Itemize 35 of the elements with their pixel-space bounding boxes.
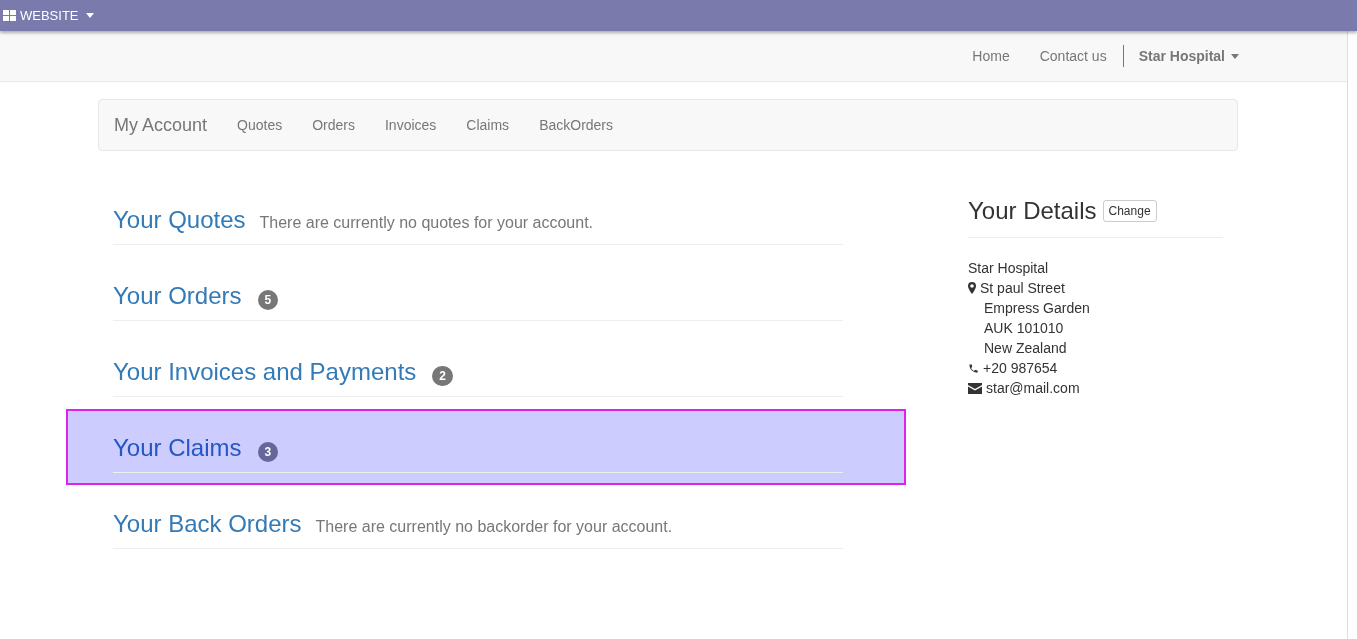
- change-button[interactable]: Change: [1102, 200, 1157, 222]
- account-nav-link[interactable]: Quotes: [222, 114, 298, 136]
- section-note: There are currently no backorder for your account.: [315, 517, 673, 537]
- address-line: New Zealand: [984, 339, 1067, 358]
- address-line: AUK 101010: [984, 319, 1064, 338]
- phone-icon: [968, 362, 979, 374]
- count-badge: 3: [257, 442, 279, 462]
- section-heading[interactable]: Your Quotes: [113, 202, 246, 238]
- caret-icon: [85, 13, 94, 18]
- grid-icon: [3, 10, 16, 21]
- map-pin-icon: [968, 282, 976, 294]
- count-badge: 2: [432, 366, 453, 386]
- contact-name: Star Hospital: [968, 259, 1050, 278]
- phone-number: +20 987654: [983, 359, 1058, 378]
- caret-icon: [1231, 53, 1239, 59]
- account-nav-link[interactable]: BackOrders: [524, 114, 629, 136]
- envelope-icon: [968, 382, 982, 394]
- account-nav-link[interactable]: Invoices: [370, 114, 452, 136]
- address-line: Empress Garden: [984, 299, 1090, 318]
- nav-link[interactable]: Contact us: [1024, 45, 1122, 67]
- details-title: Your Details: [968, 196, 1097, 226]
- address-line: St paul Street: [980, 279, 1065, 298]
- account-nav-link[interactable]: Claims: [451, 114, 525, 136]
- website-menu[interactable]: WEBSITE: [3, 5, 94, 26]
- section-heading[interactable]: Your Claims: [113, 430, 242, 466]
- count-badge: 5: [257, 290, 279, 310]
- nav-link[interactable]: Home: [957, 45, 1025, 67]
- user-menu[interactable]: Star Hospital: [1124, 45, 1239, 67]
- account-nav-link[interactable]: Orders: [297, 114, 370, 136]
- account-title: My Account: [114, 113, 208, 137]
- section-note: There are currently no quotes for your account.: [259, 213, 594, 233]
- section-heading[interactable]: Your Invoices and Payments: [113, 354, 417, 390]
- email-address: star@mail.com: [986, 379, 1080, 398]
- section-heading[interactable]: Your Back Orders: [113, 506, 302, 542]
- section-heading[interactable]: Your Orders: [113, 278, 242, 314]
